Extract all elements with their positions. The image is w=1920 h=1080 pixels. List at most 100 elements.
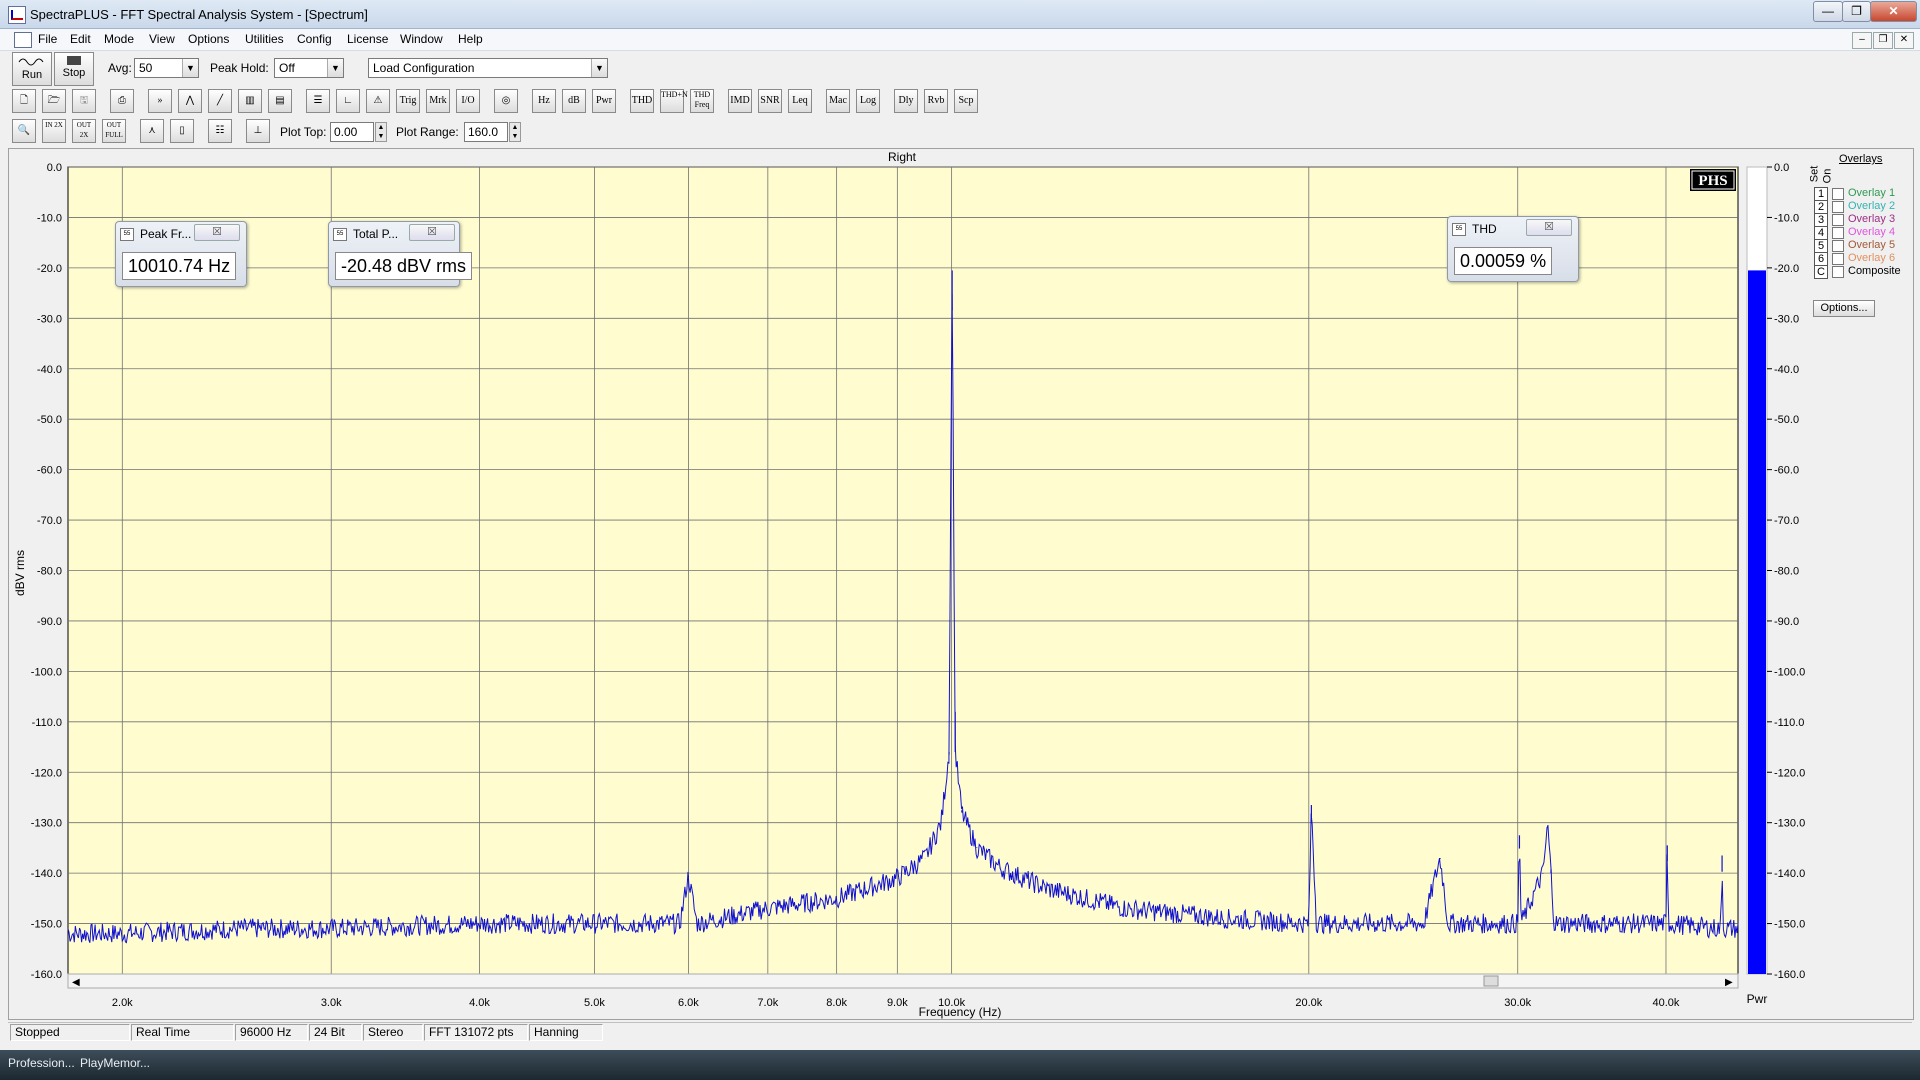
timeseries-icon[interactable]: ╱ [208,89,232,113]
overlay-set-button[interactable]: 5 [1814,239,1828,253]
menu-mode[interactable]: Mode [104,32,134,46]
plot-range-input[interactable]: 160.0 [464,122,508,142]
plot-top-stepper[interactable]: ▲ ▼ [375,122,387,142]
stop-button[interactable]: Stop [54,52,94,86]
y-tick-label: -110.0 [32,717,62,729]
hz-button[interactable]: Hz [532,89,556,113]
overlay-options-button[interactable]: Options... [1813,300,1875,317]
overlay-checkbox[interactable] [1832,266,1844,278]
zoom-full-button[interactable]: OUT FULL [102,119,126,143]
menu-window[interactable]: Window [400,32,443,46]
avg-select[interactable]: 50 ▼ [134,58,199,78]
overlay-checkbox[interactable] [1832,188,1844,200]
menu-file[interactable]: File [38,32,57,46]
run-button[interactable]: Run [12,52,52,86]
rvb-button[interactable]: Rvb [924,89,948,113]
zoom-icon[interactable]: 🔍 [12,119,36,143]
overlay-set-button[interactable]: 1 [1814,187,1828,201]
print-icon[interactable]: ⎙ [110,89,134,113]
zoom-in-button[interactable]: IN 2X [42,119,66,143]
app-icon[interactable] [8,6,26,24]
pwr-button[interactable]: Pwr [592,89,616,113]
doc-icon[interactable] [14,32,32,48]
overlay-checkbox[interactable] [1832,240,1844,252]
overlay-set-button[interactable]: C [1814,265,1828,279]
total-power-meter[interactable]: 55 Total P... ☒ -20.48 dBV rms [328,221,473,287]
overlay-checkbox[interactable] [1832,214,1844,226]
imd-button[interactable]: IMD [728,89,752,113]
signal-icon[interactable]: ⚠ [366,89,390,113]
table-icon[interactable]: ☷ [208,119,232,143]
fast-forward-icon[interactable]: » [148,89,172,113]
y-tick-label: -150.0 [31,919,62,931]
meter-close-button[interactable]: ☒ [409,224,455,241]
save-icon[interactable]: 🖫 [72,89,96,113]
menu-options[interactable]: Options [188,32,229,46]
minimize-button[interactable]: — [1813,1,1843,22]
plot-range-stepper[interactable]: ▲ ▼ [509,122,521,142]
snr-button[interactable]: SNR [758,89,782,113]
taskbar-item[interactable]: PlayMemor... [80,1056,150,1070]
new-file-icon[interactable]: 🗋 [12,89,36,113]
menu-edit[interactable]: Edit [70,32,91,46]
run-label: Run [21,69,43,81]
child-restore-button[interactable]: ❐ [1873,32,1893,49]
menu-view[interactable]: View [149,32,175,46]
config-select[interactable]: Load Configuration ▼ [368,58,608,78]
overlay-set-button[interactable]: 2 [1814,200,1828,214]
bars-icon[interactable]: ▯ [170,119,194,143]
status-bit-depth: 24 Bit [309,1024,362,1041]
db-button[interactable]: dB [562,89,586,113]
overlay-set-button[interactable]: 6 [1814,252,1828,266]
child-minimize-button[interactable]: – [1852,32,1872,49]
overlay-checkbox[interactable] [1832,227,1844,239]
mac-button[interactable]: Mac [826,89,850,113]
thd-button[interactable]: THD [630,89,654,113]
overlay-checkbox[interactable] [1832,253,1844,265]
dly-button[interactable]: Dly [894,89,918,113]
menu-license[interactable]: License [347,32,388,46]
meter-close-button[interactable]: ☒ [1526,219,1572,236]
horizontal-scrollbar[interactable]: ◀ ▶ [67,973,1739,989]
scroll-left-icon[interactable]: ◀ [72,977,80,988]
close-button[interactable]: ✕ [1870,1,1917,22]
spectrogram-icon[interactable]: ▥ [238,89,262,113]
generator-icon[interactable]: ◎ [494,89,518,113]
menu-config[interactable]: Config [297,32,332,46]
thd-meter[interactable]: 55 THD ☒ 0.00059 % [1447,216,1579,282]
peak-frequency-meter[interactable]: 55 Peak Fr... ☒ 10010.74 Hz [115,221,247,287]
pwr-tick-label: -150.0 [1774,919,1805,931]
mrk-button[interactable]: Mrk [426,89,450,113]
plot-top-input[interactable]: 0.00 [330,122,374,142]
peak-icon[interactable]: ⋏ [140,119,164,143]
menu-utilities[interactable]: Utilities [245,32,284,46]
taskbar-item[interactable]: Profession... [8,1056,75,1070]
peak-hold-select[interactable]: Off ▼ [274,58,344,78]
thd-freq-button[interactable]: THD Freq [690,89,714,113]
child-close-button[interactable]: ✕ [1894,32,1914,49]
x-tick-label: 30.0k [1504,997,1531,1009]
axis-icon[interactable]: ∟ [336,89,360,113]
meter-close-button[interactable]: ☒ [194,224,240,241]
menu-help[interactable]: Help [458,32,483,46]
overlay-checkbox[interactable] [1832,201,1844,213]
leq-button[interactable]: Leq [788,89,812,113]
zoom-out-button[interactable]: OUT 2X [72,119,96,143]
status-fft-size: FFT 131072 pts [424,1024,528,1041]
overlay-set-button[interactable]: 4 [1814,226,1828,240]
list-icon[interactable]: ☰ [306,89,330,113]
thd-n-button[interactable]: THD+N [660,89,688,113]
3d-plot-icon[interactable]: ▤ [268,89,292,113]
open-file-icon[interactable]: 🗁 [42,89,66,113]
trig-button[interactable]: Trig [396,89,420,113]
log-button[interactable]: Log [856,89,880,113]
scroll-right-icon[interactable]: ▶ [1725,977,1733,988]
scale-icon[interactable]: ⊥ [246,119,270,143]
spectrum-icon[interactable]: ⋀ [178,89,202,113]
scroll-thumb[interactable] [1483,975,1499,987]
maximize-button[interactable]: ❐ [1842,1,1871,22]
io-button[interactable]: I/O [456,89,480,113]
scp-button[interactable]: Scp [954,89,978,113]
overlay-set-button[interactable]: 3 [1814,213,1828,227]
stop-icon [67,56,81,65]
